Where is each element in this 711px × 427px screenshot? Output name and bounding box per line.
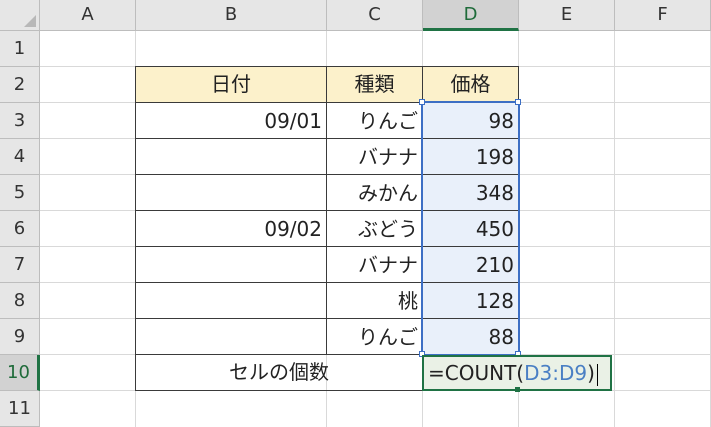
kind-cell[interactable]: みかん: [326, 174, 423, 211]
row-header-5[interactable]: 5: [0, 175, 40, 211]
fill-handle[interactable]: [515, 387, 520, 392]
text-caret: [596, 363, 598, 386]
row-header-4[interactable]: 4: [0, 139, 40, 175]
row-header-10[interactable]: 10: [0, 355, 40, 391]
kind-cell[interactable]: 桃: [326, 282, 423, 319]
selection-handle[interactable]: [515, 99, 521, 105]
price-cell[interactable]: 128: [422, 282, 519, 319]
column-header-a[interactable]: A: [40, 0, 136, 31]
formula-range-reference: D3:D9: [524, 361, 588, 385]
row-header-2[interactable]: 2: [0, 67, 40, 103]
row-header-7[interactable]: 7: [0, 247, 40, 283]
price-cell[interactable]: 450: [422, 210, 519, 247]
kind-cell[interactable]: バナナ: [326, 246, 423, 283]
header-date-cell[interactable]: 日付: [135, 66, 327, 103]
select-all-corner[interactable]: [0, 0, 40, 31]
price-cell[interactable]: 98: [422, 102, 519, 139]
column-header-c[interactable]: C: [327, 0, 423, 31]
date-cell[interactable]: [135, 318, 327, 355]
column-header-b[interactable]: B: [136, 0, 327, 31]
kind-cell[interactable]: バナナ: [326, 138, 423, 175]
header-kind-cell[interactable]: 種類: [326, 66, 423, 103]
header-price-cell[interactable]: 価格: [422, 66, 519, 103]
formula-prefix: =COUNT(: [428, 361, 525, 385]
kind-cell[interactable]: りんご: [326, 318, 423, 355]
column-header-e[interactable]: E: [519, 0, 615, 31]
row-header-11[interactable]: 11: [0, 391, 40, 427]
formula-suffix: ): [587, 361, 595, 385]
row-header-8[interactable]: 8: [0, 283, 40, 319]
price-cell[interactable]: 348: [422, 174, 519, 211]
formula-edit-cell[interactable]: =COUNT(D3:D9): [422, 355, 612, 391]
selection-handle[interactable]: [419, 99, 425, 105]
select-all-triangle-icon: [24, 15, 36, 27]
row-header-3[interactable]: 3: [0, 103, 40, 139]
kind-cell[interactable]: ぶどう: [326, 210, 423, 247]
column-header-d[interactable]: D: [423, 0, 519, 31]
gridline: [614, 31, 615, 427]
column-header-f[interactable]: F: [615, 0, 711, 31]
date-cell[interactable]: [135, 282, 327, 319]
price-cell[interactable]: 198: [422, 138, 519, 175]
row-header-6[interactable]: 6: [0, 211, 40, 247]
spreadsheet: A B C D E F 1 2 3 4 5 6 7 8 9 10 11 日付 種…: [0, 0, 711, 427]
row-header-9[interactable]: 9: [0, 319, 40, 355]
date-cell[interactable]: [135, 246, 327, 283]
kind-cell[interactable]: りんご: [326, 102, 423, 139]
date-cell[interactable]: [135, 138, 327, 175]
date-cell[interactable]: 09/02: [135, 210, 327, 247]
row-header-1[interactable]: 1: [0, 31, 40, 67]
count-label-cell[interactable]: セルの個数: [135, 354, 423, 391]
date-cell[interactable]: [135, 174, 327, 211]
date-cell[interactable]: 09/01: [135, 102, 327, 139]
price-cell[interactable]: 210: [422, 246, 519, 283]
price-cell[interactable]: 88: [422, 318, 519, 355]
